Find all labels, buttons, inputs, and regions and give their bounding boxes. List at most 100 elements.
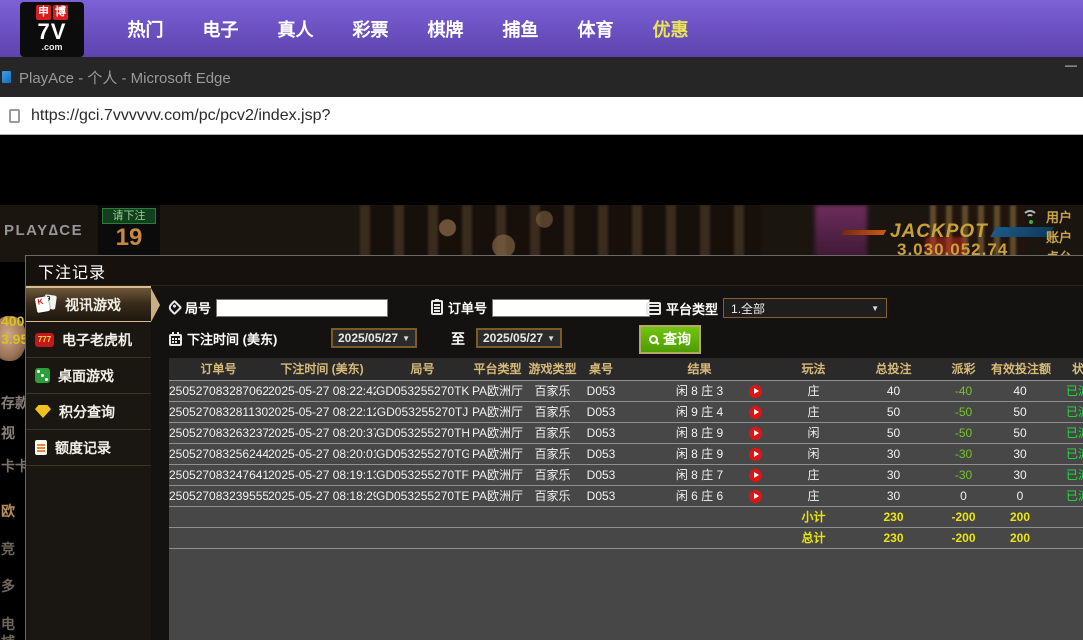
sidebar-item-tab[interactable]: 桌面游戏	[26, 358, 151, 394]
sidebar-item-label: 额度记录	[55, 439, 111, 456]
platform-select[interactable]: 1.全部 ▼	[723, 298, 888, 318]
table-row: 250527083263237 2025-05-27 08:20:37 GD0532…	[169, 422, 1083, 444]
order-input[interactable]	[492, 298, 651, 317]
to-label-group: 至	[451, 329, 465, 349]
nav-item[interactable]: 捕鱼	[483, 16, 558, 42]
nav-item[interactable]: 热门	[108, 16, 183, 42]
sidebar-item-tab[interactable]: 积分查询	[26, 394, 151, 430]
result-cell: 闲 8 庄 3	[623, 380, 776, 402]
total-value	[1049, 527, 1083, 549]
wifi-icon	[1022, 210, 1040, 224]
document-icon	[35, 440, 47, 455]
platform-label: 平台类型	[666, 301, 719, 317]
background-fragment: 捕	[1, 632, 15, 640]
total-row: 总计 230 -200 200	[169, 527, 1083, 549]
cell: 庄	[776, 464, 851, 486]
table-games-icon	[35, 368, 50, 383]
nav-item[interactable]: 体育	[558, 16, 633, 42]
cell: 百家乐	[526, 380, 579, 402]
total-row: 小计 230 -200 200	[169, 506, 1083, 528]
date-from-select[interactable]: 2025/05/27 ▼	[331, 328, 417, 348]
cell: GD053255270TK	[376, 380, 469, 402]
column-header: 局号	[376, 358, 469, 381]
cell: 庄	[776, 401, 851, 423]
nav-item[interactable]: 电子	[183, 16, 258, 42]
browser-titlebar: PlayAce - 个人 - Microsoft Edge —	[0, 57, 1083, 97]
platform-filter: 平台类型 1.全部 ▼	[646, 298, 888, 318]
column-header: 订单号	[169, 358, 268, 381]
nav-item[interactable]: 棋牌	[408, 16, 483, 42]
cell: 40	[851, 380, 936, 402]
play-icon[interactable]	[749, 405, 762, 419]
filler-cell	[169, 548, 1083, 640]
cell: 30	[851, 464, 936, 486]
total-value: 200	[991, 506, 1049, 528]
sidebar-item-active[interactable]: 视讯游戏	[26, 286, 151, 322]
date-from-group: 2025/05/27 ▼	[331, 328, 417, 348]
nav-item[interactable]: 彩票	[333, 16, 408, 42]
date-to-select[interactable]: 2025/05/27 ▼	[476, 328, 562, 348]
jackpot-wing-left	[841, 229, 887, 235]
status-cell: 已派彩	[1049, 401, 1083, 423]
sidebar-item-tab[interactable]: 额度记录	[26, 430, 151, 466]
cell: 百家乐	[526, 401, 579, 423]
sidebar-item-label: 电子老虎机	[62, 331, 132, 348]
play-icon[interactable]	[749, 468, 762, 482]
cell: 0	[991, 485, 1049, 507]
column-header: 下注时间 (美东)	[268, 358, 376, 381]
cell: 2025-05-27 08:20:37	[268, 422, 376, 444]
table-row: 250527083287062 2025-05-27 08:22:42 GD0532…	[169, 380, 1083, 402]
chevron-down-icon: ▼	[402, 333, 410, 343]
play-icon[interactable]	[749, 489, 762, 503]
cell: 40	[991, 380, 1049, 402]
cell: PA欧洲厅	[469, 401, 526, 423]
result-cell: 闲 8 庄 7	[623, 464, 776, 486]
chevron-down-icon: ▼	[547, 333, 555, 343]
edge-tab-icon	[2, 71, 11, 83]
cell: PA欧洲厅	[469, 464, 526, 486]
logo-badge-right: 博	[53, 5, 68, 20]
bet-time-filter: 下注时间 (美东)	[169, 329, 277, 348]
site-logo[interactable]: 申 博 7V .com	[20, 2, 84, 57]
total-value	[1049, 506, 1083, 528]
sidebar-item-label: 桌面游戏	[58, 367, 114, 384]
column-header: 平台类型	[469, 358, 526, 381]
cell: 30	[851, 485, 936, 507]
minimize-button[interactable]: —	[1065, 58, 1077, 72]
table-header-row: 订单号下注时间 (美东)局号平台类型游戏类型桌号结果玩法总投注派彩有效投注额状态	[169, 358, 1083, 381]
sidebar-item-label: 视讯游戏	[65, 296, 121, 313]
round-input[interactable]	[216, 298, 389, 317]
play-icon[interactable]	[749, 447, 762, 461]
round-filter: 局号	[166, 298, 389, 317]
nav-item[interactable]: 优惠	[633, 16, 708, 42]
cell: -40	[936, 380, 991, 402]
search-button[interactable]: 查询	[639, 325, 701, 354]
window-title: PlayAce - 个人 - Microsoft Edge	[19, 69, 231, 87]
countdown-value: 19	[115, 224, 143, 251]
chevron-down-icon: ▼	[871, 303, 880, 313]
cell: PA欧洲厅	[469, 380, 526, 402]
play-icon[interactable]	[749, 384, 762, 398]
cell: PA欧洲厅	[469, 485, 526, 507]
sidebar-item-tab[interactable]: 电子老虎机	[26, 322, 151, 358]
total-value: -200	[936, 506, 991, 528]
cell: 30	[991, 443, 1049, 465]
account-label: 用户	[1046, 210, 1073, 225]
table-row: 250527083281130 2025-05-27 08:22:12 GD0532…	[169, 401, 1083, 423]
column-header: 结果	[623, 358, 776, 381]
cell: 50	[991, 401, 1049, 423]
total-value: -200	[936, 527, 991, 549]
site-header: 申 博 7V .com 热门 电子 真人 彩票 棋牌 捕鱼 体育 优惠	[0, 0, 1083, 57]
total-label: 小计	[776, 506, 851, 528]
cell: 2025-05-27 08:22:42	[268, 380, 376, 402]
result-cell: 闲 8 庄 9	[623, 443, 776, 465]
nav-item[interactable]: 真人	[258, 16, 333, 42]
platform-select-value: 1.全部	[731, 301, 766, 316]
play-icon[interactable]	[749, 426, 762, 440]
url-text[interactable]: https://gci.7vvvvvv.com/pc/pcv2/index.js…	[31, 107, 330, 125]
bet-prompt-badge: 请下注	[102, 208, 156, 224]
cell: -50	[936, 422, 991, 444]
logo-sub-text: .com	[41, 42, 63, 52]
browser-urlbar: https://gci.7vvvvvv.com/pc/pcv2/index.js…	[0, 97, 1083, 135]
column-header: 状态	[1049, 358, 1083, 381]
